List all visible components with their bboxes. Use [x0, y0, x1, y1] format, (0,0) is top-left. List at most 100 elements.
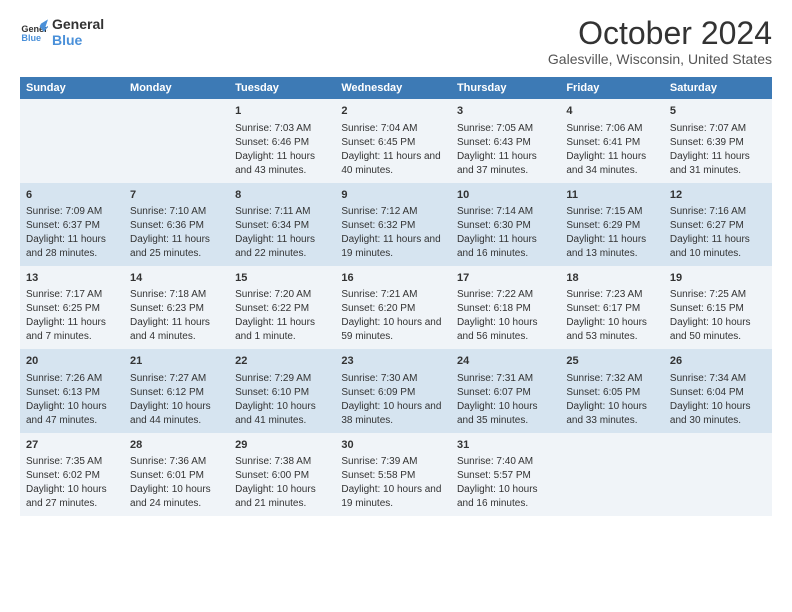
- calendar-cell: 6Sunrise: 7:09 AMSunset: 6:37 PMDaylight…: [20, 183, 124, 266]
- day-info: Sunrise: 7:21 AM: [341, 288, 445, 302]
- calendar-cell: 18Sunrise: 7:23 AMSunset: 6:17 PMDayligh…: [560, 266, 664, 349]
- day-info: Sunrise: 7:26 AM: [26, 372, 118, 386]
- day-info: Sunset: 6:15 PM: [670, 302, 766, 316]
- calendar-cell: 24Sunrise: 7:31 AMSunset: 6:07 PMDayligh…: [451, 349, 560, 432]
- day-info: Sunrise: 7:25 AM: [670, 288, 766, 302]
- day-number: 13: [26, 271, 118, 286]
- day-info: Sunrise: 7:12 AM: [341, 205, 445, 219]
- day-info: Sunrise: 7:04 AM: [341, 122, 445, 136]
- calendar-cell: [124, 99, 229, 182]
- day-info: Sunrise: 7:15 AM: [566, 205, 658, 219]
- day-info: Sunrise: 7:22 AM: [457, 288, 554, 302]
- day-number: 27: [26, 438, 118, 453]
- day-number: 24: [457, 354, 554, 369]
- calendar-cell: 4Sunrise: 7:06 AMSunset: 6:41 PMDaylight…: [560, 99, 664, 182]
- day-number: 18: [566, 271, 658, 286]
- calendar-week-row: 13 Sunrise: 7:17 AMSunset: 6:25 PM Dayligh…: [20, 266, 772, 349]
- day-info: Sunset: 6:04 PM: [670, 386, 766, 400]
- calendar-cell: 20Sunrise: 7:26 AMSunset: 6:13 PMDayligh…: [20, 349, 124, 432]
- day-number: 28: [130, 438, 223, 453]
- day-info: Sunset: 6:22 PM: [235, 302, 329, 316]
- day-info: Daylight: 11 hours and 37 minutes.: [457, 150, 554, 178]
- day-number: 31: [457, 438, 554, 453]
- page: General Blue General Blue October 2024 G…: [0, 0, 792, 612]
- calendar-cell: 2Sunrise: 7:04 AMSunset: 6:45 PMDaylight…: [335, 99, 451, 182]
- day-info: Sunrise: 7:16 AM: [670, 205, 766, 219]
- day-info: Sunset: 6:23 PM: [130, 302, 223, 316]
- day-info: Daylight: 10 hours and 33 minutes.: [566, 400, 658, 428]
- day-info: Sunset: 6:32 PM: [341, 219, 445, 233]
- day-info: Sunset: 6:36 PM: [130, 219, 223, 233]
- day-number: 21: [130, 354, 223, 369]
- day-info: Sunset: 6:30 PM: [457, 219, 554, 233]
- day-info: Sunset: 6:01 PM: [130, 469, 223, 483]
- day-info: Sunrise: 7:06 AM: [566, 122, 658, 136]
- day-info: Sunrise: 7:10 AM: [130, 205, 223, 219]
- day-number: 7: [130, 188, 223, 203]
- calendar-week-row: 1Sunrise: 7:03 AMSunset: 6:46 PMDaylight…: [20, 99, 772, 182]
- calendar-cell: 28Sunrise: 7:36 AMSunset: 6:01 PMDayligh…: [124, 433, 229, 516]
- calendar-cell: 22Sunrise: 7:29 AMSunset: 6:10 PMDayligh…: [229, 349, 335, 432]
- day-info: Sunrise: 7:23 AM: [566, 288, 658, 302]
- day-number: 2: [341, 104, 445, 119]
- day-number: 12: [670, 188, 766, 203]
- day-info: Daylight: 11 hours and 40 minutes.: [341, 150, 445, 178]
- day-info: Sunrise: 7:39 AM: [341, 455, 445, 469]
- day-info: Sunset: 6:25 PM: [26, 302, 118, 316]
- day-info: Daylight: 11 hours and 28 minutes.: [26, 233, 118, 261]
- calendar-cell: 15Sunrise: 7:20 AMSunset: 6:22 PMDayligh…: [229, 266, 335, 349]
- day-info: Sunrise: 7:14 AM: [457, 205, 554, 219]
- day-info: Daylight: 10 hours and 16 minutes.: [457, 483, 554, 511]
- month-title: October 2024: [548, 16, 772, 51]
- calendar-cell: 21Sunrise: 7:27 AMSunset: 6:12 PMDayligh…: [124, 349, 229, 432]
- day-info: Sunrise: 7:09 AM: [26, 205, 118, 219]
- day-info: Daylight: 11 hours and 16 minutes.: [457, 233, 554, 261]
- day-info: Sunrise: 7:07 AM: [670, 122, 766, 136]
- day-info: Sunset: 5:57 PM: [457, 469, 554, 483]
- day-info: Sunrise: 7:05 AM: [457, 122, 554, 136]
- calendar-cell: 12Sunrise: 7:16 AMSunset: 6:27 PMDayligh…: [664, 183, 772, 266]
- location-subtitle: Galesville, Wisconsin, United States: [548, 51, 772, 67]
- day-info: Sunset: 6:10 PM: [235, 386, 329, 400]
- calendar-cell: 29Sunrise: 7:38 AMSunset: 6:00 PMDayligh…: [229, 433, 335, 516]
- day-info: Sunrise: 7:17 AM: [26, 288, 118, 302]
- day-info: Sunrise: 7:11 AM: [235, 205, 329, 219]
- day-info: Sunrise: 7:32 AM: [566, 372, 658, 386]
- day-info: Sunset: 5:58 PM: [341, 469, 445, 483]
- day-info: Sunrise: 7:40 AM: [457, 455, 554, 469]
- calendar-cell: 27Sunrise: 7:35 AMSunset: 6:02 PMDayligh…: [20, 433, 124, 516]
- logo-icon: General Blue: [20, 18, 48, 46]
- day-info: Daylight: 10 hours and 19 minutes.: [341, 483, 445, 511]
- calendar-cell: 31 Sunrise: 7:40 AMSunset: 5:57 PMDayligh…: [451, 433, 560, 516]
- day-info: Sunset: 6:07 PM: [457, 386, 554, 400]
- day-number: 30: [341, 438, 445, 453]
- day-info: Sunset: 6:37 PM: [26, 219, 118, 233]
- calendar-week-row: 27Sunrise: 7:35 AMSunset: 6:02 PMDayligh…: [20, 433, 772, 516]
- calendar-cell: 16Sunrise: 7:21 AMSunset: 6:20 PMDayligh…: [335, 266, 451, 349]
- day-info: Daylight: 10 hours and 59 minutes.: [341, 316, 445, 344]
- day-info: Sunset: 6:18 PM: [457, 302, 554, 316]
- day-info: Daylight: 11 hours and 31 minutes.: [670, 150, 766, 178]
- day-info: Sunset: 6:46 PM: [235, 136, 329, 150]
- day-number: 11: [566, 188, 658, 203]
- day-number: 14: [130, 271, 223, 286]
- day-number: 19: [670, 271, 766, 286]
- calendar-week-row: 20Sunrise: 7:26 AMSunset: 6:13 PMDayligh…: [20, 349, 772, 432]
- day-number: 17: [457, 271, 554, 286]
- day-info: Daylight: 11 hours and 1 minute.: [235, 316, 329, 344]
- calendar-cell: 5Sunrise: 7:07 AMSunset: 6:39 PMDaylight…: [664, 99, 772, 182]
- day-number: 20: [26, 354, 118, 369]
- calendar-cell: 17Sunrise: 7:22 AMSunset: 6:18 PMDayligh…: [451, 266, 560, 349]
- calendar-cell: 1Sunrise: 7:03 AMSunset: 6:46 PMDaylight…: [229, 99, 335, 182]
- day-info: Daylight: 11 hours and 10 minutes.: [670, 233, 766, 261]
- calendar-cell: 13Sunrise: 7:17 AMSunset: 6:25 PMDayligh…: [20, 266, 124, 349]
- day-info: Daylight: 11 hours and 4 minutes.: [130, 316, 223, 344]
- day-info: Daylight: 11 hours and 43 minutes.: [235, 150, 329, 178]
- day-number: 23: [341, 354, 445, 369]
- calendar-cell: 19Sunrise: 7:25 AMSunset: 6:15 PMDayligh…: [664, 266, 772, 349]
- col-sunday: Sunday: [20, 77, 124, 99]
- svg-text:Blue: Blue: [21, 33, 41, 43]
- day-info: Sunrise: 7:29 AM: [235, 372, 329, 386]
- calendar-cell: [560, 433, 664, 516]
- day-info: Daylight: 10 hours and 35 minutes.: [457, 400, 554, 428]
